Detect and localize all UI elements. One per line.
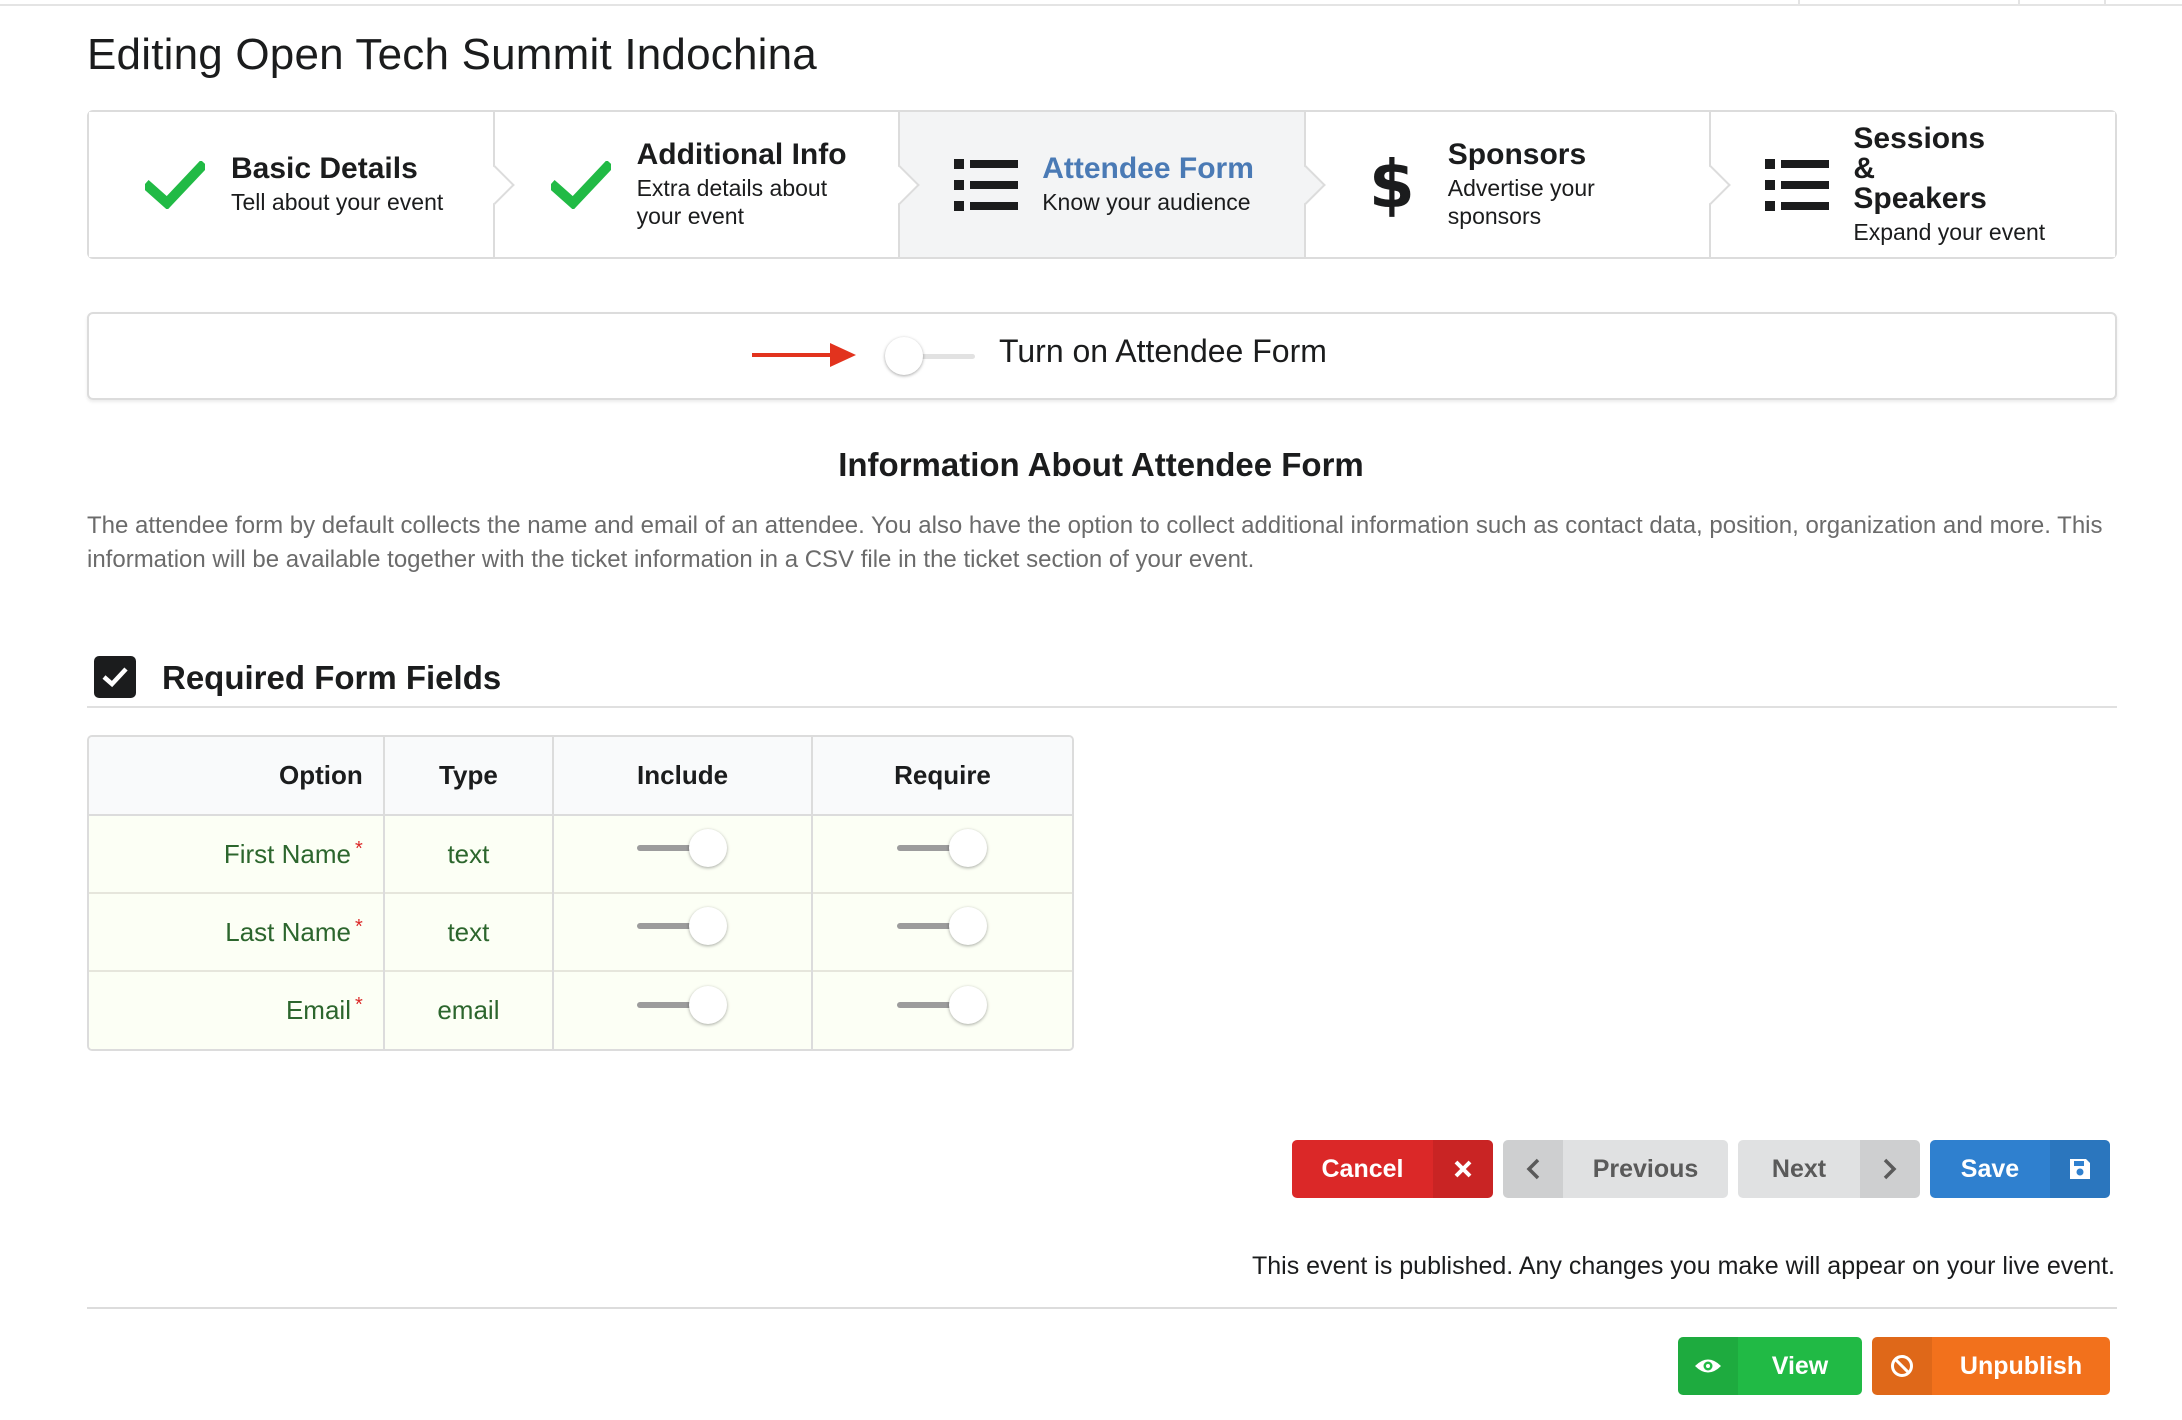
include-toggle[interactable] xyxy=(636,985,729,1024)
cancel-button[interactable]: Cancel xyxy=(1292,1140,1493,1198)
unpublish-button[interactable]: Unpublish xyxy=(1872,1337,2110,1395)
column-header-option: Option xyxy=(89,737,384,816)
check-icon xyxy=(139,149,211,221)
step-title: Additional Info xyxy=(636,137,847,171)
check-icon xyxy=(545,149,617,221)
step-description: Tell about your event xyxy=(231,188,444,215)
published-note: This event is published. Any changes you… xyxy=(1252,1252,2115,1280)
option-cell: First Name * xyxy=(89,815,384,893)
floppy-disk-icon xyxy=(2050,1140,2110,1198)
previous-label: Previous xyxy=(1592,1154,1699,1183)
previous-button[interactable]: Previous xyxy=(1503,1140,1728,1198)
step-additional-info[interactable]: Additional Info Extra details about your… xyxy=(492,112,920,257)
required-asterisk: * xyxy=(354,994,363,1016)
step-description: Know your audience xyxy=(1042,188,1251,215)
page-title: Editing Open Tech Summit Indochina xyxy=(87,30,817,79)
required-asterisk: * xyxy=(354,915,363,938)
table-row: Email * email xyxy=(89,970,1072,1049)
require-toggle[interactable] xyxy=(896,829,989,867)
type-cell: email xyxy=(382,970,554,1049)
info-text: The attendee form by default collects th… xyxy=(87,512,2103,573)
close-icon xyxy=(1433,1140,1493,1198)
option-cell: Email * xyxy=(89,970,384,1049)
step-title: Basic Details xyxy=(231,151,418,185)
attendee-form-toggle-label: Turn on Attendee Form xyxy=(999,333,1327,369)
column-header-type: Type xyxy=(382,737,554,816)
column-header-include: Include xyxy=(552,737,813,816)
option-name: Last Name xyxy=(225,916,351,947)
top-bar xyxy=(0,0,2182,6)
info-title: Information About Attendee Form xyxy=(838,446,1364,483)
require-toggle[interactable] xyxy=(896,907,989,945)
include-toggle[interactable] xyxy=(636,907,729,945)
option-name: First Name xyxy=(223,838,351,869)
step-title: Sessions & Speakers xyxy=(1853,121,1987,215)
next-button[interactable]: Next xyxy=(1738,1140,1920,1198)
type-cell: text xyxy=(382,815,554,893)
view-label: View xyxy=(1771,1351,1829,1380)
include-cell xyxy=(552,815,813,893)
include-cell xyxy=(552,970,813,1049)
step-title: Attendee Form xyxy=(1042,151,1254,185)
required-asterisk: * xyxy=(354,837,363,860)
dollar-icon: $ xyxy=(1368,146,1415,223)
step-title: Sponsors xyxy=(1447,137,1587,171)
attendee-form-toggle-panel: Turn on Attendee Form xyxy=(87,312,2117,400)
cancel-label: Cancel xyxy=(1321,1154,1404,1183)
list-icon xyxy=(950,149,1022,221)
eye-icon xyxy=(1678,1337,1738,1395)
required-fields-checkbox[interactable] xyxy=(94,656,136,698)
step-progress: Basic Details Tell about your event Addi… xyxy=(87,110,2117,259)
step-attendee-form[interactable]: Attendee Form Know your audience xyxy=(898,112,1326,257)
table-row: Last Name * text xyxy=(89,892,1072,971)
step-sessions-speakers[interactable]: Sessions & Speakers Expand your event xyxy=(1709,112,2115,257)
save-button[interactable]: Save xyxy=(1930,1140,2110,1198)
require-cell xyxy=(811,892,1072,971)
list-icon xyxy=(1761,149,1833,221)
save-label: Save xyxy=(1960,1154,2020,1183)
required-fields-title: Required Form Fields xyxy=(162,659,502,696)
view-button[interactable]: View xyxy=(1678,1337,1862,1395)
ban-icon xyxy=(1872,1337,1932,1395)
option-cell: Last Name * xyxy=(89,892,384,971)
require-cell xyxy=(811,815,1072,893)
chevron-left-icon xyxy=(1503,1140,1563,1198)
step-description: Expand your event xyxy=(1853,218,2046,245)
required-fields-table: Option Type Include Require First Name * … xyxy=(87,735,1074,1051)
attendee-form-toggle[interactable] xyxy=(885,337,975,375)
arrow-right-icon xyxy=(752,343,856,367)
require-cell xyxy=(811,970,1072,1049)
step-description: Advertise your sponsors xyxy=(1447,174,1595,229)
divider xyxy=(87,1307,2117,1309)
unpublish-label: Unpublish xyxy=(1959,1351,2083,1380)
step-basic-details[interactable]: Basic Details Tell about your event xyxy=(89,112,515,257)
column-header-require: Require xyxy=(811,737,1072,816)
step-description: Extra details about your event xyxy=(636,174,828,229)
type-cell: text xyxy=(382,892,554,971)
table-row: First Name * text xyxy=(89,815,1072,893)
step-sponsors[interactable]: $ Sponsors Advertise your sponsors xyxy=(1303,112,1732,257)
option-name: Email xyxy=(285,995,351,1025)
chevron-right-icon xyxy=(1860,1140,1920,1198)
required-fields-header: Required Form Fields xyxy=(87,652,2117,708)
require-toggle[interactable] xyxy=(896,985,989,1024)
next-label: Next xyxy=(1771,1154,1827,1183)
include-cell xyxy=(552,892,813,971)
include-toggle[interactable] xyxy=(636,829,729,867)
